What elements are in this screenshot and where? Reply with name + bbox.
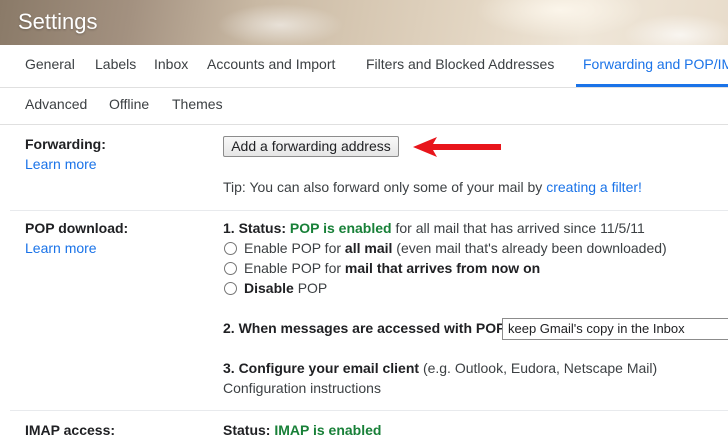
creating-a-filter-link[interactable]: creating a filter!: [546, 179, 642, 195]
tab-filters-and-blocked-addresses[interactable]: Filters and Blocked Addresses: [366, 56, 554, 72]
option-bold-text: all mail: [344, 240, 393, 256]
imap-status-value: IMAP is enabled: [274, 422, 382, 438]
pop-status-line: 1. Status: POP is enabled for all mail t…: [223, 220, 645, 236]
section-divider: [10, 410, 728, 411]
tab-inbox[interactable]: Inbox: [154, 56, 188, 72]
tab-themes[interactable]: Themes: [172, 96, 223, 112]
imap-access-label: IMAP access:: [25, 422, 116, 438]
page-title: Settings: [18, 9, 98, 34]
pop-all-mail-radio[interactable]: [224, 242, 237, 255]
option-text: Enable POP for: [244, 260, 342, 276]
tabs-bottom-divider: [0, 124, 728, 125]
tab-offline[interactable]: Offline: [109, 96, 149, 112]
option-text: (even mail that's already been downloade…: [396, 240, 667, 256]
pop-disable-option: Disable POP: [244, 280, 327, 296]
option-bold-text: Disable: [244, 280, 294, 296]
configure-client-hint: (e.g. Outlook, Eudora, Netscape Mail): [422, 360, 658, 376]
configure-client-line: 3. Configure your email client (e.g. Out…: [223, 360, 657, 376]
pop-status-value: POP is enabled: [289, 220, 392, 236]
option-bold-text: mail that arrives from now on: [344, 260, 541, 276]
settings-header: Settings: [0, 0, 728, 45]
pop-access-label: 2. When messages are accessed with POP: [223, 320, 506, 336]
pop-download-label: POP download:: [25, 220, 129, 236]
imap-status-prefix: Status:: [223, 422, 271, 438]
tab-labels[interactable]: Labels: [95, 56, 136, 72]
option-text: Enable POP for: [244, 240, 342, 256]
forwarding-label: Forwarding:: [25, 136, 106, 152]
pop-disable-radio[interactable]: [224, 282, 237, 295]
tabs-row-divider: [0, 87, 728, 88]
configure-client-label: 3. Configure your email client: [223, 360, 420, 376]
add-forwarding-address-button[interactable]: Add a forwarding address: [223, 136, 399, 157]
pop-all-mail-option: Enable POP for all mail (even mail that'…: [244, 240, 667, 256]
pop-learn-more-link[interactable]: Learn more: [25, 240, 97, 256]
option-text: POP: [297, 280, 328, 296]
configuration-instructions-link[interactable]: Configuration instructions: [223, 380, 381, 396]
section-divider: [10, 210, 728, 211]
tab-accounts-and-import[interactable]: Accounts and Import: [207, 56, 335, 72]
left-arrow-icon: [413, 137, 501, 157]
pop-status-suffix: for all mail that has arrived since 11/5…: [395, 220, 645, 236]
imap-status-line: Status: IMAP is enabled: [223, 422, 381, 438]
tab-general[interactable]: General: [25, 56, 75, 72]
forwarding-learn-more-link[interactable]: Learn more: [25, 156, 97, 172]
forwarding-tip: Tip: You can also forward only some of y…: [223, 179, 642, 195]
pop-access-select[interactable]: keep Gmail's copy in the Inbox: [502, 318, 728, 340]
settings-tabs: General Labels Inbox Accounts and Import…: [0, 45, 728, 125]
tab-advanced[interactable]: Advanced: [25, 96, 87, 112]
tab-forwarding-and-pop-imap[interactable]: Forwarding and POP/IMAP: [583, 56, 728, 72]
pop-from-now-on-radio[interactable]: [224, 262, 237, 275]
pop-from-now-on-option: Enable POP for mail that arrives from no…: [244, 260, 540, 276]
pop-status-prefix: 1. Status:: [223, 220, 287, 236]
forwarding-tip-text: Tip: You can also forward only some of y…: [223, 179, 543, 195]
